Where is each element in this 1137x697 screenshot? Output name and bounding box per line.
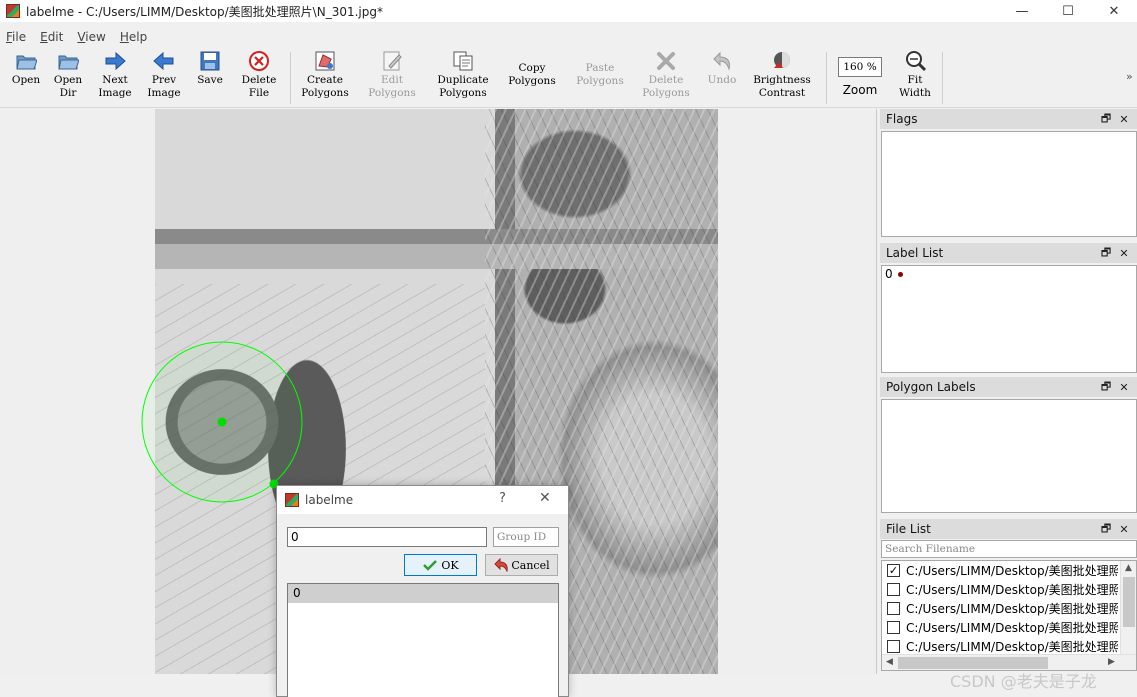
save-button[interactable]: Save xyxy=(194,50,226,106)
create-polygon-icon xyxy=(314,50,336,72)
arrow-left-icon xyxy=(153,50,175,72)
flags-title: Flags xyxy=(886,112,918,126)
file-checkbox[interactable] xyxy=(887,640,900,653)
close-icon[interactable]: ✕ xyxy=(1115,111,1133,127)
scroll-left-icon[interactable]: ◀ xyxy=(886,657,893,667)
minimize-button[interactable]: — xyxy=(999,0,1045,22)
dialog-title-bar: labelme ? ✕ xyxy=(277,486,568,514)
menu-help[interactable]: Help xyxy=(114,30,153,44)
menu-bar: File Edit View Help xyxy=(0,26,1137,48)
label-list-title: Label List xyxy=(886,246,944,260)
dialog-title: labelme xyxy=(305,493,354,507)
checkmark-icon xyxy=(423,560,438,571)
close-button[interactable]: ✕ xyxy=(1091,0,1137,22)
file-checkbox[interactable] xyxy=(887,602,900,615)
brightness-contrast-button[interactable]: Brightness Contrast xyxy=(750,50,814,106)
help-button[interactable]: ? xyxy=(499,491,506,506)
folder-open-icon xyxy=(15,50,37,72)
toolbar-overflow-chevron[interactable]: » xyxy=(1126,70,1133,83)
create-polygons-button[interactable]: Create Polygons xyxy=(299,50,351,106)
file-checkbox[interactable] xyxy=(887,583,900,596)
undo-icon xyxy=(711,50,733,72)
toolbar-separator xyxy=(942,52,943,104)
dialog-close-button[interactable]: ✕ xyxy=(539,490,551,506)
toolbar-separator xyxy=(290,52,291,104)
menu-file[interactable]: File xyxy=(0,30,32,44)
open-dir-button[interactable]: Open Dir xyxy=(52,50,84,106)
group-id-input[interactable]: Group ID xyxy=(493,527,559,547)
undo-arrow-icon xyxy=(494,558,509,572)
file-checkbox[interactable]: ✓ xyxy=(887,564,900,577)
zoom-label: Zoom xyxy=(842,83,878,97)
polygon-labels-list[interactable] xyxy=(881,399,1137,513)
brightness-contrast-icon xyxy=(771,50,793,72)
cross-icon xyxy=(655,50,677,72)
file-row[interactable]: C:/Users/LIMM/Desktop/美图批处理照片 xyxy=(882,580,1118,599)
list-item[interactable]: 0 xyxy=(288,584,558,603)
next-image-button[interactable]: Next Image xyxy=(96,50,134,106)
ok-button[interactable]: OK xyxy=(404,554,477,576)
scroll-up-icon[interactable]: ▲ xyxy=(1125,563,1132,573)
label-suggestion-list[interactable]: 0 xyxy=(287,583,559,697)
arrow-right-icon xyxy=(104,50,126,72)
polygon-labels-title: Polygon Labels xyxy=(886,380,976,394)
file-row[interactable]: C:/Users/LIMM/Desktop/美图批处理照片 xyxy=(882,599,1118,618)
float-icon[interactable]: 🗗 xyxy=(1097,245,1115,261)
file-checkbox[interactable] xyxy=(887,621,900,634)
window-title: labelme - C:/Users/LIMM/Desktop/美图批处理照片\… xyxy=(26,4,383,19)
fit-width-button[interactable]: Fit Width xyxy=(896,50,934,106)
close-icon[interactable]: ✕ xyxy=(1115,521,1133,537)
delete-file-button[interactable]: Delete File xyxy=(238,50,280,106)
flags-list[interactable] xyxy=(881,131,1137,237)
undo-button[interactable]: Undo xyxy=(706,50,738,106)
floppy-disk-icon xyxy=(199,50,221,72)
delete-polygons-button[interactable]: Delete Polygons xyxy=(640,50,692,106)
label-list-dock: Label List 🗗 ✕ 0 xyxy=(880,243,1137,373)
toolbar: Open Open Dir Next Image Prev Image Save… xyxy=(0,48,1137,108)
menu-edit[interactable]: Edit xyxy=(34,30,69,44)
toolbar-separator xyxy=(826,52,827,104)
float-icon[interactable]: 🗗 xyxy=(1097,521,1115,537)
label-color-dot xyxy=(897,271,903,277)
file-list-title: File List xyxy=(886,522,931,536)
search-filename-input[interactable]: Search Filename xyxy=(881,540,1137,558)
edit-polygons-button[interactable]: Edit Polygons xyxy=(366,50,418,106)
prev-image-button[interactable]: Prev Image xyxy=(145,50,183,106)
close-icon[interactable]: ✕ xyxy=(1115,379,1133,395)
delete-circle-icon xyxy=(248,50,270,72)
float-icon[interactable]: 🗗 xyxy=(1097,379,1115,395)
open-button[interactable]: Open xyxy=(10,50,42,106)
list-item[interactable]: 0 xyxy=(882,266,1136,282)
file-row[interactable]: ✓ C:/Users/LIMM/Desktop/美图批处理照片 xyxy=(882,561,1118,580)
duplicate-icon xyxy=(452,50,474,72)
zoom-input[interactable]: 160 % xyxy=(838,57,882,77)
float-icon[interactable]: 🗗 xyxy=(1097,111,1115,127)
label-list[interactable]: 0 xyxy=(881,265,1137,373)
close-icon[interactable]: ✕ xyxy=(1115,245,1133,261)
menu-view[interactable]: View xyxy=(71,30,111,44)
duplicate-polygons-button[interactable]: Duplicate Polygons xyxy=(434,50,492,106)
circle-center-point[interactable] xyxy=(217,417,227,427)
vertical-scrollbar[interactable]: ▲ xyxy=(1120,561,1136,654)
flags-dock: Flags 🗗 ✕ xyxy=(880,109,1137,237)
cancel-button[interactable]: Cancel xyxy=(485,554,558,576)
title-bar: labelme - C:/Users/LIMM/Desktop/美图批处理照片\… xyxy=(0,0,1137,22)
label-dialog: labelme ? ✕ 0 Group ID OK Cancel 0 xyxy=(276,485,569,697)
scroll-right-icon[interactable]: ▶ xyxy=(1108,657,1115,667)
folder-icon xyxy=(57,50,79,72)
file-list-dock: File List 🗗 ✕ Search Filename ✓ C:/Users… xyxy=(880,519,1137,671)
maximize-button[interactable]: ☐ xyxy=(1045,0,1091,22)
edit-document-icon xyxy=(381,50,403,72)
polygon-labels-dock: Polygon Labels 🗗 ✕ xyxy=(880,377,1137,513)
magnifier-icon xyxy=(904,50,926,72)
labelme-app-icon xyxy=(285,493,299,507)
file-row[interactable]: C:/Users/LIMM/Desktop/美图批处理照片 xyxy=(882,618,1118,637)
csdn-watermark: CSDN @老夫是子龙 xyxy=(950,672,1097,691)
file-list[interactable]: ✓ C:/Users/LIMM/Desktop/美图批处理照片 C:/Users… xyxy=(881,560,1137,671)
labelme-app-icon xyxy=(6,4,20,18)
label-input[interactable]: 0 xyxy=(287,527,487,547)
